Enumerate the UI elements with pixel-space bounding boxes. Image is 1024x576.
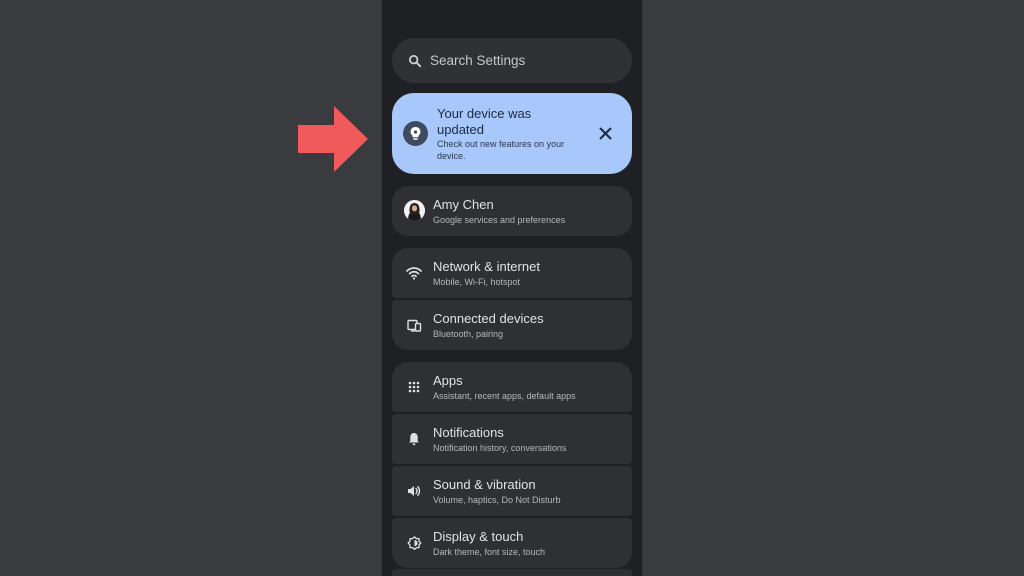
sound-vibration-label: Sound & vibration	[433, 477, 536, 492]
update-card-subtitle: Check out new features on your device.	[437, 139, 565, 161]
lightbulb-icon	[403, 121, 428, 146]
connected-devices-label: Connected devices	[433, 311, 544, 326]
display-touch-description: Dark theme, font size, touch	[433, 547, 546, 557]
apps-grid-icon	[406, 379, 422, 395]
notifications-label: Notifications	[433, 425, 504, 440]
connectivity-group: Network & internet Mobile, Wi-Fi, hotspo…	[392, 248, 632, 350]
display-touch-label: Display & touch	[433, 529, 524, 544]
wifi-icon	[406, 265, 422, 281]
settings-item-notifications[interactable]: Notifications Notification history, conv…	[392, 414, 632, 464]
apps-description: Assistant, recent apps, default apps	[433, 391, 576, 401]
avatar	[404, 200, 425, 221]
account-name: Amy Chen	[433, 197, 494, 212]
sound-vibration-description: Volume, haptics, Do Not Disturb	[433, 495, 561, 505]
settings-group: Apps Assistant, recent apps, default app…	[392, 362, 632, 568]
close-icon[interactable]	[598, 126, 613, 141]
connected-devices-description: Bluetooth, pairing	[433, 329, 504, 339]
search-placeholder: Search Settings	[430, 53, 526, 68]
apps-label: Apps	[433, 373, 463, 388]
settings-item-display-touch[interactable]: Display & touch Dark theme, font size, t…	[392, 518, 632, 568]
connected-devices-icon	[406, 317, 422, 333]
network-internet-label: Network & internet	[433, 259, 540, 274]
settings-item-partial	[392, 569, 632, 576]
settings-item-connected-devices[interactable]: Connected devices Bluetooth, pairing	[392, 300, 632, 350]
settings-screen: Search Settings Your device was updated …	[382, 0, 642, 576]
account-description: Google services and preferences	[433, 215, 566, 225]
account-group: Amy Chen Google services and preferences	[392, 186, 632, 236]
search-settings-bar[interactable]: Search Settings	[392, 38, 632, 83]
notifications-description: Notification history, conversations	[433, 443, 567, 453]
bell-icon	[406, 431, 422, 447]
screen: Search Settings Your device was updated …	[0, 0, 1024, 576]
update-card-title: Your device was updated	[437, 106, 532, 137]
speaker-icon	[406, 483, 422, 499]
settings-item-apps[interactable]: Apps Assistant, recent apps, default app…	[392, 362, 632, 412]
pointer-arrow-icon	[298, 106, 368, 172]
display-icon	[406, 535, 422, 551]
network-internet-description: Mobile, Wi-Fi, hotspot	[433, 277, 521, 287]
device-updated-card[interactable]: Your device was updated Check out new fe…	[392, 93, 632, 174]
settings-item-sound-vibration[interactable]: Sound & vibration Volume, haptics, Do No…	[392, 466, 632, 516]
account-row[interactable]: Amy Chen Google services and preferences	[392, 186, 632, 236]
settings-item-network-internet[interactable]: Network & internet Mobile, Wi-Fi, hotspo…	[392, 248, 632, 298]
search-icon	[409, 54, 422, 67]
